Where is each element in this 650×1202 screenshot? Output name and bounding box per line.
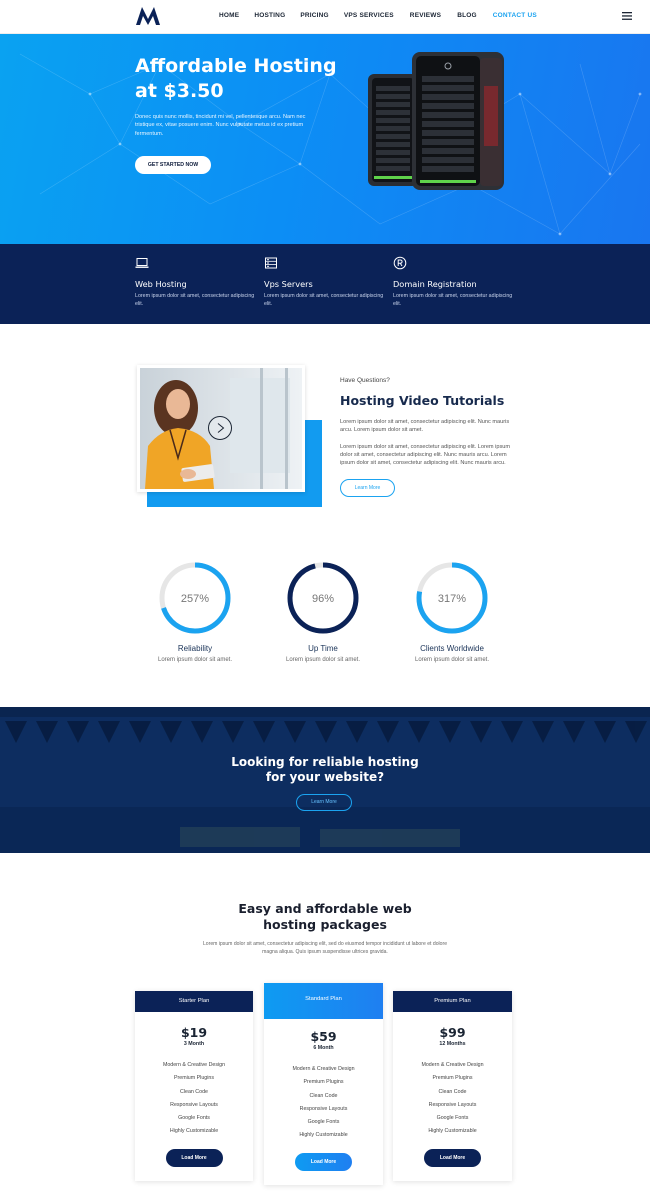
plan-feature: Responsive Layouts	[299, 1105, 348, 1112]
stat-up-time: 96% Up Time Lorem ipsum dolor sit amet.	[258, 558, 388, 663]
video-eyebrow: Have Questions?	[340, 377, 390, 384]
nav-contact-us[interactable]: CONTACT US	[493, 12, 537, 19]
nav-blog[interactable]: BLOG	[457, 12, 477, 19]
learn-more-button[interactable]: Learn More	[340, 479, 395, 497]
plan-feature: Premium Plugins	[173, 1075, 215, 1082]
video-paragraph-1: Lorem ipsum dolor sit amet, consectetur …	[340, 419, 510, 434]
main-menu: HOME HOSTING PRICING VPS SERVICES REVIEW…	[219, 12, 537, 19]
pricing-title: Easy and affordable web hosting packages	[0, 901, 650, 932]
plan-feature: Clean Code	[438, 1088, 467, 1095]
plan-feature: Modern & Creative Design	[292, 1066, 355, 1072]
video-section-title: Hosting Video Tutorials	[340, 393, 505, 408]
progress-ring: 257%	[159, 562, 231, 634]
stat-value: 96%	[312, 593, 334, 605]
server-rack-illustration	[368, 52, 504, 190]
plan-name: Premium Plan	[393, 991, 512, 1012]
stat-label: Clients Worldwide	[420, 644, 484, 653]
plan-feature: Google Fonts	[178, 1115, 210, 1122]
plan-feature: Google Fonts	[307, 1119, 340, 1126]
stat-subtext: Lorem ipsum dolor sit amet.	[414, 657, 490, 663]
cta-learn-more-button[interactable]: Learn More	[296, 794, 352, 811]
registered-icon	[393, 256, 407, 270]
plan-card-standard: Standard Plan $59 6 Month Modern & Creat…	[264, 983, 383, 1185]
stat-subtext: Lorem ipsum dolor sit amet.	[157, 657, 233, 663]
plan-feature: Premium Plugins	[303, 1079, 344, 1086]
plan-feature-list: Modern & Creative Design Premium Plugins…	[135, 1059, 253, 1139]
feature-title: Web Hosting	[135, 279, 187, 289]
stat-clients-worldwide: 317% Clients Worldwide Lorem ipsum dolor…	[387, 558, 517, 663]
feature-vps-servers: Vps Servers Lorem ipsum dolor sit amet, …	[264, 256, 384, 309]
plan-card-premium: Premium Plan $99 12 Months Modern & Crea…	[393, 991, 512, 1181]
plan-feature-list: Modern & Creative Design Premium Plugins…	[264, 1063, 383, 1143]
pricing-title-line2: hosting packages	[263, 916, 387, 932]
plan-name: Standard Plan	[264, 983, 383, 1019]
brand-logo-icon[interactable]	[136, 7, 160, 25]
plan-feature: Modern & Creative Design	[162, 1062, 226, 1068]
stat-reliability: 257% Reliability Lorem ipsum dolor sit a…	[130, 558, 260, 663]
plan-price: $99	[439, 1025, 466, 1040]
feature-title: Domain Registration	[393, 279, 477, 289]
pricing-title-line1: Easy and affordable web	[238, 901, 412, 916]
progress-ring: 317%	[416, 562, 488, 634]
plan-price: $59	[310, 1029, 337, 1044]
cta-title: Looking for reliable hosting for your we…	[0, 755, 650, 785]
plan-feature: Responsive Layouts	[428, 1101, 477, 1108]
feature-title: Vps Servers	[264, 279, 313, 289]
plan-feature: Google Fonts	[436, 1115, 469, 1122]
load-more-button[interactable]: Load More	[424, 1148, 481, 1167]
play-video-icon[interactable]	[207, 415, 233, 441]
plan-name: Starter Plan	[135, 991, 253, 1012]
hero-text: Donec quis nunc mollis, tincidunt mi vel…	[135, 114, 306, 137]
video-thumbnail[interactable]	[137, 365, 305, 492]
stat-value: 257%	[181, 593, 209, 605]
plan-period: 6 Month	[313, 1045, 334, 1051]
hamburger-menu-icon[interactable]	[622, 12, 632, 20]
plan-price: $19	[180, 1025, 208, 1040]
cta-title-line2: for your website?	[265, 770, 385, 784]
plan-period: 3 Month	[183, 1041, 205, 1047]
cta-banner: Looking for reliable hosting for your we…	[0, 707, 650, 853]
pricing-subtitle: Lorem ipsum dolor sit amet, consectetur …	[202, 941, 448, 955]
plan-feature: Modern & Creative Design	[421, 1062, 484, 1068]
hero-title: Affordable Hosting at $3.50	[135, 55, 337, 102]
load-more-button[interactable]: Load More	[165, 1148, 223, 1167]
features-strip: Web Hosting Lorem ipsum dolor sit amet, …	[0, 244, 650, 324]
plan-period: 12 Months	[439, 1041, 466, 1047]
plan-feature: Highly Customizable	[169, 1128, 219, 1135]
load-more-button[interactable]: Load More	[295, 1152, 352, 1171]
stat-value: 317%	[438, 593, 466, 605]
feature-text: Lorem ipsum dolor sit amet, consectetur …	[264, 293, 384, 307]
plan-feature: Highly Customizable	[428, 1128, 477, 1135]
feature-text: Lorem ipsum dolor sit amet, consectetur …	[393, 293, 513, 307]
laptop-icon	[135, 258, 149, 268]
feature-domain-registration: Domain Registration Lorem ipsum dolor si…	[393, 256, 513, 309]
video-paragraph-2: Lorem ipsum dolor sit amet, consectetur …	[340, 444, 511, 467]
feature-text: Lorem ipsum dolor sit amet, consectetur …	[135, 293, 255, 307]
nav-home[interactable]: HOME	[219, 12, 239, 19]
stat-subtext: Lorem ipsum dolor sit amet.	[285, 657, 361, 663]
stat-label: Reliability	[177, 644, 213, 653]
hero-section: Affordable Hosting at $3.50 Donec quis n…	[0, 34, 650, 244]
nav-pricing[interactable]: PRICING	[300, 12, 329, 19]
progress-ring: 96%	[287, 562, 359, 634]
nav-hosting[interactable]: HOSTING	[254, 12, 285, 19]
get-started-button[interactable]: GET STARTED NOW	[135, 156, 211, 174]
nav-vps-services[interactable]: VPS SERVICES	[344, 12, 394, 19]
feature-web-hosting: Web Hosting Lorem ipsum dolor sit amet, …	[135, 256, 255, 309]
plan-feature: Clean Code	[309, 1092, 338, 1099]
top-navbar: HOME HOSTING PRICING VPS SERVICES REVIEW…	[0, 0, 650, 34]
plan-card-starter: Starter Plan $19 3 Month Modern & Creati…	[135, 991, 253, 1181]
nav-reviews[interactable]: REVIEWS	[410, 12, 441, 19]
plan-feature: Highly Customizable	[299, 1132, 348, 1139]
plan-feature-list: Modern & Creative Design Premium Plugins…	[393, 1059, 512, 1139]
plan-feature: Responsive Layouts	[170, 1101, 218, 1108]
stat-label: Up Time	[308, 644, 338, 653]
server-icon	[265, 257, 277, 269]
plan-feature: Premium Plugins	[432, 1075, 473, 1082]
plan-feature: Clean Code	[180, 1088, 208, 1095]
video-thumbnail-block	[137, 365, 327, 510]
cta-title-line1: Looking for reliable hosting	[231, 755, 419, 769]
